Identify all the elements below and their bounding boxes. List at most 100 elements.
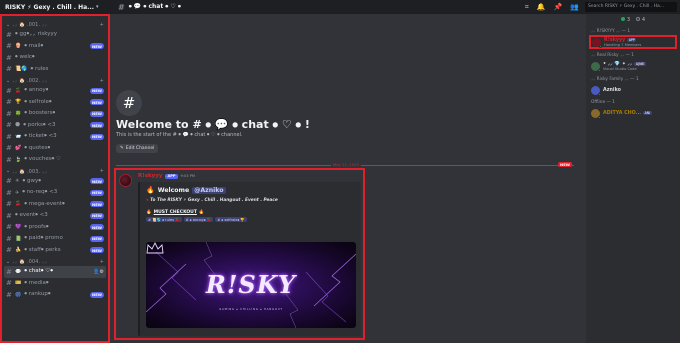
hash-icon: # (6, 234, 12, 243)
channel-name: ⦁ quotes⦁ (24, 144, 51, 151)
channel-link-selfrole[interactable]: # ⦁ selfrole⦁ 🏆 (215, 217, 247, 222)
embed-title-text: Welcome (157, 186, 190, 194)
member-group-label: Offline — 1 (591, 100, 615, 105)
category-label: ⸝⸝ 🏠 .004. ⸝⸝ (12, 260, 48, 265)
channel-name: ⦁ vouches⦁ ♡ (24, 156, 62, 163)
channel-item[interactable]: # 📗 ⦁ paid⦁ promo NEW (2, 233, 108, 245)
member-tag: A|NIE (634, 62, 646, 66)
add-channel-icon[interactable]: + (100, 260, 104, 265)
user-mention[interactable]: @Azniko (192, 186, 226, 194)
channel-item[interactable]: # ☀ ⦁ gwy⦁ NEW (2, 176, 108, 188)
pin-icon[interactable]: 📌 (554, 3, 563, 12)
member-name-row: Azniko (603, 88, 621, 93)
channel-name: ⦁ welc⦁ (15, 54, 35, 61)
welcome-title: Welcome to # ⦁ 💬 ⦁ chat ⦁ ♡ ⦁ ! (116, 118, 310, 131)
add-channel-icon[interactable]: + (100, 23, 104, 28)
channel-item[interactable]: # 🎫 ⦁ media⦁ (2, 278, 108, 290)
channel-emoji: 🍃 (15, 156, 22, 163)
channel-item[interactable]: # 💬 ⦁ chat⦁ ♡⦁ 👤⚙ (4, 266, 106, 278)
must-checkout-label: MUST CHECKOUT (153, 210, 197, 215)
author-name[interactable]: R!skyyy (138, 173, 162, 179)
member-item[interactable]: R!skyyy APP Handling 7 Members (589, 35, 677, 49)
server-name: RISKY ⚡ Gexy . Chill . Ha... (5, 3, 95, 11)
risky-banner-image[interactable]: R!SKY GAMING ⦁ CHILLING ⦁ HANGOUT (146, 242, 356, 328)
new-badge: NEW (90, 291, 104, 298)
category-header[interactable]: ⌄ ⸝⸝ 🏠 .004. ⸝⸝ + (2, 256, 108, 266)
channel-item[interactable]: # 📜🌎 ⦁ rules (2, 64, 108, 76)
channel-title: ⦁ 💬 ⦁ chat ⦁ ♡ ⦁ (128, 3, 181, 10)
channel-item[interactable]: # 💕 ⦁ quotes⦁ (2, 143, 108, 155)
channel-name: ⦁ proofs⦁ (24, 223, 49, 230)
channel-item[interactable]: # ⦁ event⦁ <3 NEW (2, 210, 108, 222)
channel-item[interactable]: # 🎆 ⦁ rankup⦁ NEW (2, 289, 108, 301)
offline-dot-icon (636, 17, 640, 21)
channel-emoji: 🌑 (15, 122, 21, 129)
banner-title: R!SKY (205, 270, 297, 299)
channel-item[interactable]: # 🍀 ⦁ boosters⦁ NEW (2, 108, 108, 120)
channel-item[interactable]: # 💜 ⦁ proofs⦁ NEW (2, 222, 108, 234)
channel-link-rules[interactable]: # 📜🌎 ⦁ rules 🍒 (146, 217, 182, 222)
notification-bell-icon[interactable]: 🔔 (537, 3, 546, 12)
edit-channel-button[interactable]: ✎ Edit Channel (116, 144, 159, 153)
app-badge: APP (165, 173, 178, 179)
channel-emoji: 🏆 (15, 99, 22, 106)
chat-area: # Welcome to # ⦁ 💬 ⦁ chat ⦁ ♡ ⦁ ! This i… (110, 14, 586, 343)
channel-item[interactable]: # 🍒 ⦁ mega-event⦁ NEW (2, 199, 108, 211)
category-header[interactable]: ⌄ ⸝⸝ 🏠 .003. ⸝⸝ + (2, 166, 108, 176)
category-header[interactable]: ⌄ ⸝⸝ 🏠 .001. ⸝⸝ + (2, 19, 108, 29)
offline-count: 4 (636, 17, 645, 23)
member-info: ADITYA CHO... ANI (603, 111, 652, 116)
message: R!skyyy APP 9:03 PM 🔥 Welcome @Azniko ◂ … (114, 168, 365, 340)
threads-icon[interactable]: ⌗ (525, 3, 529, 12)
category-header[interactable]: ⌄ ⸝⸝ 🏠 .002. ⸝⸝ + (2, 75, 108, 85)
invite-settings-icon[interactable]: 👤⚙ (93, 269, 104, 275)
channel-item[interactable]: # 🍌 ⦁ staff⦁ perks NEW (2, 245, 108, 257)
add-channel-icon[interactable]: + (100, 79, 104, 84)
channel-item[interactable]: # 📨 ⦁ ticket⦁ <3 NEW (2, 131, 108, 143)
hash-icon: # (118, 2, 125, 12)
add-channel-icon[interactable]: + (100, 169, 104, 174)
avatar (591, 85, 601, 96)
hash-icon: # (6, 65, 12, 74)
channel-item[interactable]: # ⦁ welc⦁ (2, 52, 108, 64)
members-icon[interactable]: 👥 (570, 3, 579, 12)
member-item[interactable]: Azniko (589, 83, 677, 97)
hash-icon: # (6, 155, 12, 164)
channel-item[interactable]: # ✈ ⦁ no-req⦁ <3 NEW (2, 187, 108, 199)
chevron-down-icon: ▾ (96, 4, 99, 10)
avatar[interactable] (119, 174, 132, 187)
channel-item[interactable]: # 🍿 ⦁ mail⦁ NEW (2, 41, 108, 53)
member-group-label: ⸝⸝ Risky Family ⸝⸝ — 1 (591, 77, 639, 82)
message-header: R!skyyy APP 9:03 PM (138, 173, 195, 179)
top-bar: RISKY ⚡ Gexy . Chill . Ha... ▾ # ⦁ 💬 ⦁ c… (0, 0, 680, 14)
chevron-down-icon: ⌄ (6, 169, 11, 174)
hash-icon: # (6, 53, 12, 62)
channel-item[interactable]: # 🍒 ⦁ annoy⦁ NEW (2, 85, 108, 97)
member-name: ADITYA CHO... (603, 110, 642, 116)
hash-icon: # (6, 246, 12, 255)
member-group-label: ⸝⸝ Real Risky ⸝⸝ — 1 (591, 53, 635, 58)
member-activity: Visual Studio Code (603, 67, 637, 71)
channel-item[interactable]: # 🌑 ⦁ porks⦁ <3 NEW (2, 120, 108, 132)
member-item[interactable]: ADITYA CHO... ANI (589, 106, 677, 120)
channel-name: ⦁ no-req⦁ <3 (22, 189, 58, 196)
edit-channel-label: Edit Channel (125, 146, 155, 151)
hash-icon: # (6, 30, 12, 39)
new-badge: NEW (90, 43, 104, 50)
member-item[interactable]: • ⸝⸝ 💎 ✦ ⸝⸝ A|NIE Visual Studio Code (589, 59, 677, 73)
new-badge: NEW (90, 235, 104, 242)
channel-item[interactable]: # 🏆 ⦁ selfrole⦁ NEW (2, 97, 108, 109)
channel-item[interactable]: # 🍃 ⦁ vouches⦁ ♡ (2, 154, 108, 166)
channel-link-annoy[interactable]: # ⦁ annoy⦁ 🍒 (183, 217, 214, 222)
channel-name: ⦁ ticket⦁ <3 (24, 133, 57, 140)
hash-icon: # (6, 86, 12, 95)
channel-emoji: 💬 (15, 268, 22, 275)
new-badge: NEW (90, 87, 104, 94)
member-name-row: ADITYA CHO... ANI (603, 111, 652, 116)
search-input[interactable]: Search RISKY ⚡ Gexy . Chill . Ha... (585, 2, 677, 12)
embed-tagline: ◂ To The RISKY ⚡ Gexy . Chill . Hangout … (146, 198, 355, 203)
channel-item[interactable]: # ⦁ gg⦁⸝⸝ riskyyy (2, 29, 108, 41)
server-name-button[interactable]: RISKY ⚡ Gexy . Chill . Ha... ▾ (0, 4, 110, 11)
hash-icon: # (6, 200, 12, 209)
channel-emoji: 📨 (15, 133, 22, 140)
